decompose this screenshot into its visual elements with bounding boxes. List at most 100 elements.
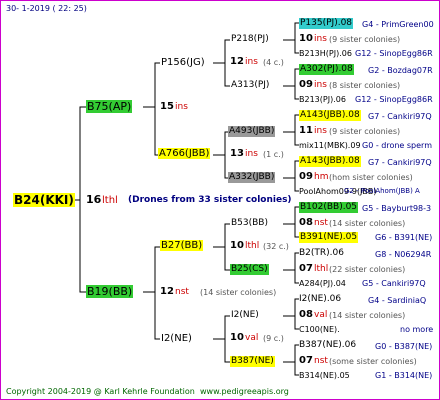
l4-botr-0: G12 - SinopEgg86R [355,49,433,58]
connector-l2-0 [213,39,230,87]
l2-queen-1[interactable]: A766(JBB) [158,148,211,159]
l4-mid-t-0: (9 sister colonies) [329,35,401,44]
l4-topr-2: G7 - Cankiri97Q [368,112,432,121]
connector-l3-7 [283,344,299,376]
l3-queen-3[interactable]: A332(JBB) [228,172,276,183]
l4-top-1[interactable]: A302(PJ).08 [299,64,354,75]
l4-mid-n-4: 08 [299,217,313,228]
connector-l3-2 [283,114,299,146]
l2-ins-2: lthl [245,241,260,251]
l3-queen-5[interactable]: B25(CS) [230,264,269,275]
l4-bot-2[interactable]: mix11(MBK).09 [299,140,361,151]
l2-gen-1: 13 [230,148,244,159]
l4-mid-t-5: (22 sister colonies) [329,265,406,274]
connector-l3-3 [283,160,299,192]
l4-mid-n-7: 07 [299,355,313,366]
connector-l3-1 [283,68,299,100]
connector-l3-4 [283,206,299,238]
l1-gen-1: 12 [160,286,174,297]
l4-bot-5[interactable]: A284(PJ).04 [299,278,346,289]
l4-botr-5: G5 - Cankiri97Q [362,279,426,288]
l2-ins-0: ins [245,57,258,67]
l3-queen-1[interactable]: A313(PJ) [230,80,270,91]
l4-mid-t-6: (14 sister colonies) [329,311,406,320]
connector-l1-1 [143,246,160,340]
l2-note-2: (32 c.) [263,242,289,251]
l2-queen-3[interactable]: I2(NE) [160,333,193,344]
l4-mid-t-1: (8 sister colonies) [329,81,401,90]
connector-l2-3 [213,315,230,363]
l1-note-1: (14 sister colonies) [200,288,277,297]
l4-mid-i-7: nst [314,356,328,366]
l4-bot-1[interactable]: B213(PJ).06 [299,94,346,105]
l4-mid-i-6: val [314,310,328,320]
l4-topr-7: G0 - B387(NE) [375,342,433,351]
root-gen: 16 [86,193,102,206]
root-queen[interactable]: B24(KKI) [13,193,75,207]
l4-mid-n-6: 08 [299,309,313,320]
l2-ins-3: val [245,333,259,343]
l4-mid-i-0: ins [314,34,327,44]
l4-botr-2: G0 - drone sperm [362,141,432,150]
l4-top-5[interactable]: B2(TR).06 [299,248,344,259]
l4-topr-3: G7 - Cankiri97Q [368,158,432,167]
l4-topr-1: G2 - Bozdag07R [368,66,433,75]
l4-topr-6: G4 - SardiniaQ [368,296,427,305]
l4-bot-6[interactable]: C100(NE). [299,324,340,335]
footer-copyright: Copyright 2004-2019 @ Karl Kehrle Founda… [6,387,195,396]
l4-botr-7: G1 - B314(NE) [375,371,433,380]
l4-mid-i-1: ins [314,80,327,90]
l4-botr-4: G6 - B391(NE) [375,233,433,242]
l4-botr-3: G2 - PoolAhom(JBB) A [344,187,420,195]
l2-queen-0[interactable]: P156(JG) [160,57,206,68]
timestamp: 30- 1-2019 ( 22: 25) [6,4,87,13]
l4-botr-1: G12 - SinopEgg86R [355,95,433,104]
l4-bot-4[interactable]: B391(NE).05 [299,232,359,243]
l3-queen-6[interactable]: I2(NE) [230,310,260,321]
l4-mid-i-4: nst [314,218,328,228]
l2-gen-3: 10 [230,332,244,343]
l4-mid-i-3: hm [314,172,329,182]
l4-top-6[interactable]: I2(NE).06 [299,294,341,305]
l4-mid-i-2: ins [314,126,327,136]
l4-topr-4: G5 - Bayburt98-3 [362,204,432,213]
l1-queen-1[interactable]: B19(BB) [86,285,134,298]
l3-queen-4[interactable]: B53(BB) [230,218,269,229]
l2-queen-2[interactable]: B27(BB) [160,240,204,251]
l4-mid-i-5: lthl [314,264,329,274]
l4-bot-7[interactable]: B314(NE).05 [299,370,350,381]
l4-top-2[interactable]: A143(JBB).08 [299,110,361,121]
l4-mid-n-3: 09 [299,171,313,182]
root-note: (Drones from 33 sister colonies) [128,195,292,205]
connector-l3-0 [283,22,299,54]
l4-bot-0[interactable]: B213H(PJ).06 [299,48,352,59]
l4-top-7[interactable]: B387(NE).06 [299,340,356,351]
l2-ins-1: ins [245,149,258,159]
connector-l2-2 [213,223,230,271]
l4-mid-n-2: 11 [299,125,313,136]
l2-gen-0: 12 [230,56,244,67]
l4-top-4[interactable]: B102(BB).05 [299,202,359,213]
l4-top-0[interactable]: P135(PJ).08 [299,18,354,29]
l2-note-3: (9 c.) [263,334,284,343]
l4-topr-5: G8 - N06294R [375,250,432,259]
l3-queen-2[interactable]: A493(JBB) [228,126,276,137]
l4-mid-t-3: (hom sister colonies) [329,173,413,182]
connector-l3-5 [283,252,299,284]
l2-note-1: (1 c.) [263,150,284,159]
l2-note-0: (4 c.) [263,58,284,67]
l1-ins-1: nst [175,287,189,297]
l2-gen-2: 10 [230,240,244,251]
l4-topr-0: G4 - PrimGreen00 [362,20,434,29]
connector-l1-0 [143,62,160,156]
footer-url[interactable]: www.pedigreeapis.org [200,386,289,397]
l3-queen-7[interactable]: B387(NE) [230,356,275,367]
l1-queen-0[interactable]: B75(AP) [86,100,133,113]
l4-top-3[interactable]: A143(JBB).08 [299,156,361,167]
l3-queen-0[interactable]: P218(PJ) [230,34,270,45]
l1-ins-0: ins [175,102,188,112]
l4-mid-t-4: (14 sister colonies) [329,219,406,228]
root-ins: lthl [102,195,118,206]
l4-botr-6: no more [400,325,434,334]
l4-mid-t-2: (9 sister colonies) [329,127,401,136]
